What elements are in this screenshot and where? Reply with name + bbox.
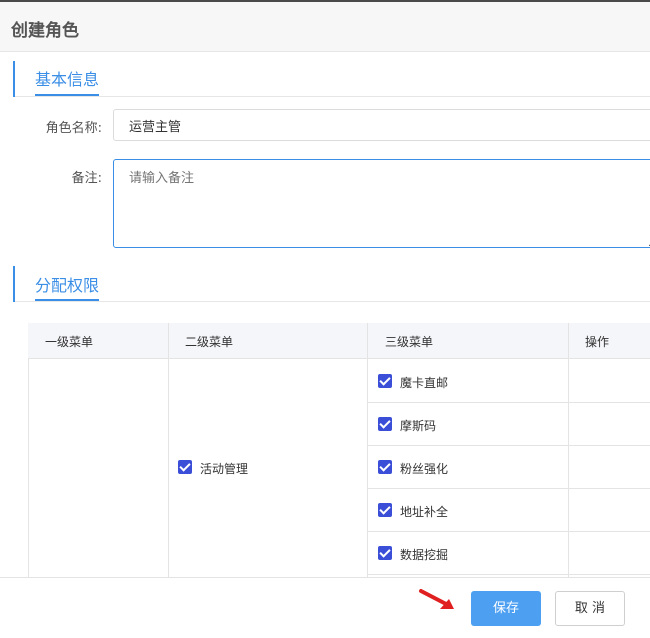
level3-menu-label: 摩斯码: [400, 419, 437, 433]
level3-menu-label: 粉丝强化: [400, 462, 449, 476]
dialog-footer: [0, 577, 650, 638]
row-divider: [368, 488, 650, 489]
section-marker: [13, 61, 15, 97]
level2-menu-label: 活动管理: [200, 462, 249, 476]
column-header-level3: 三级菜单: [385, 335, 434, 349]
level3-menu-label: 魔卡直邮: [400, 376, 449, 390]
checkbox-checked-icon[interactable]: [378, 503, 392, 517]
column-divider: [367, 323, 368, 578]
section-divider: [15, 96, 650, 97]
section-divider: [15, 301, 650, 302]
section-heading-permissions: 分配权限: [35, 276, 100, 295]
section-heading-basic-info: 基本信息: [35, 70, 100, 89]
checkbox-checked-icon[interactable]: [378, 460, 392, 474]
level3-menu-label: 数据挖掘: [400, 548, 449, 562]
level3-menu-label: 地址补全: [400, 505, 449, 519]
role-name-label: 角色名称:: [45, 121, 102, 136]
dialog-title: 创建角色: [11, 21, 79, 41]
row-divider: [368, 574, 650, 575]
column-header-level2: 二级菜单: [185, 335, 234, 349]
column-header-level1: 一级菜单: [45, 335, 94, 349]
checkbox-checked-icon[interactable]: [178, 460, 192, 474]
section-marker: [13, 266, 15, 302]
row-divider: [368, 531, 650, 532]
column-divider: [568, 323, 569, 578]
column-header-actions: 操作: [585, 335, 610, 349]
save-button[interactable]: 保存: [471, 591, 541, 626]
red-arrow-icon: [419, 589, 454, 609]
checkbox-checked-icon[interactable]: [378, 546, 392, 560]
permission-table: [28, 323, 650, 583]
column-divider: [168, 323, 169, 578]
table-header: [28, 323, 650, 359]
remark-label: 备注:: [71, 171, 102, 186]
checkbox-checked-icon[interactable]: [378, 374, 392, 388]
dialog-header: 创建角色: [0, 0, 650, 52]
checkbox-checked-icon[interactable]: [378, 417, 392, 431]
remark-textarea[interactable]: [113, 159, 650, 248]
role-name-input[interactable]: [113, 109, 650, 141]
cancel-button[interactable]: 取 消: [555, 591, 625, 626]
row-divider: [368, 402, 650, 403]
row-divider: [368, 445, 650, 446]
